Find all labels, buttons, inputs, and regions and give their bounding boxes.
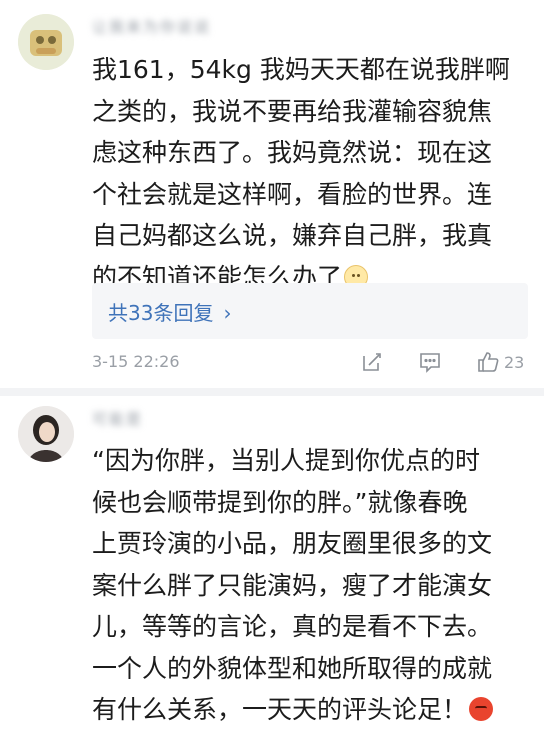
- comment-line: “因为你胖，当别人提到你优点的时: [92, 446, 480, 475]
- avatar[interactable]: [18, 406, 74, 462]
- comment-line: 自己妈都这么说，嫌弃自己胖，我真: [92, 221, 493, 250]
- comment-line: 候也会顺带提到你的胖。”就像春晚: [92, 487, 468, 517]
- comment-text: “因为你胖，当别人提到你优点的时 候也会顺带提到你的胖。”就像春晚 上贾玲演的小…: [92, 440, 530, 731]
- comment-line: 有什么关系，一天天的评头论足！: [92, 695, 468, 724]
- comment-icon[interactable]: [418, 350, 442, 378]
- replies-label: 共33条回复: [108, 301, 214, 325]
- comment-line: 案什么胖了只能演妈，瘦了才能演女: [92, 570, 493, 600]
- comment-line: 虑这种东西了。我妈竟然说：现在这: [92, 138, 493, 167]
- timestamp: 3-15 22:26: [92, 352, 180, 371]
- comment-line: 上贾玲演的小品，朋友圈里很多的文: [92, 529, 493, 558]
- view-replies-link[interactable]: 共33条回复 ›: [108, 297, 231, 326]
- avatar[interactable]: [18, 14, 74, 70]
- edit-icon[interactable]: [360, 350, 384, 378]
- angry-face-emoji: [469, 697, 494, 721]
- comment-line: 我161，54kg 我妈天天都在说我胖啊: [92, 55, 510, 84]
- replies-box[interactable]: 共33条回复 ›: [92, 283, 528, 339]
- comment-divider: [0, 388, 544, 396]
- like-thumb-icon[interactable]: [476, 350, 500, 378]
- comment-line: 之类的，我说不要再给我灌输容貌焦: [92, 96, 493, 126]
- username[interactable]: 可能是: [92, 408, 143, 428]
- comment-meta: 3-15 22:26 23: [92, 348, 532, 378]
- comment-card: 可能是 “因为你胖，当别人提到你优点的时 候也会顺带提到你的胖。”就像春晚 上贾…: [0, 396, 544, 724]
- chevron-right-icon: ›: [223, 301, 232, 325]
- comment-line: 儿，等等的言论，真的是看不下去。: [92, 612, 493, 641]
- comment-line: 个社会就是这样啊，看脸的世界。连: [92, 179, 493, 209]
- comment-text: 我161，54kg 我妈天天都在说我胖啊 之类的，我说不要再给我灌输容貌焦 虑这…: [92, 49, 530, 298]
- comment-card: 让我来为你说说 我161，54kg 我妈天天都在说我胖啊 之类的，我说不要再给我…: [0, 0, 544, 388]
- username[interactable]: 让我来为你说说: [92, 16, 211, 36]
- like-count: 23: [504, 353, 525, 372]
- comment-line: 一个人的外貌体型和她所取得的成就: [92, 653, 493, 683]
